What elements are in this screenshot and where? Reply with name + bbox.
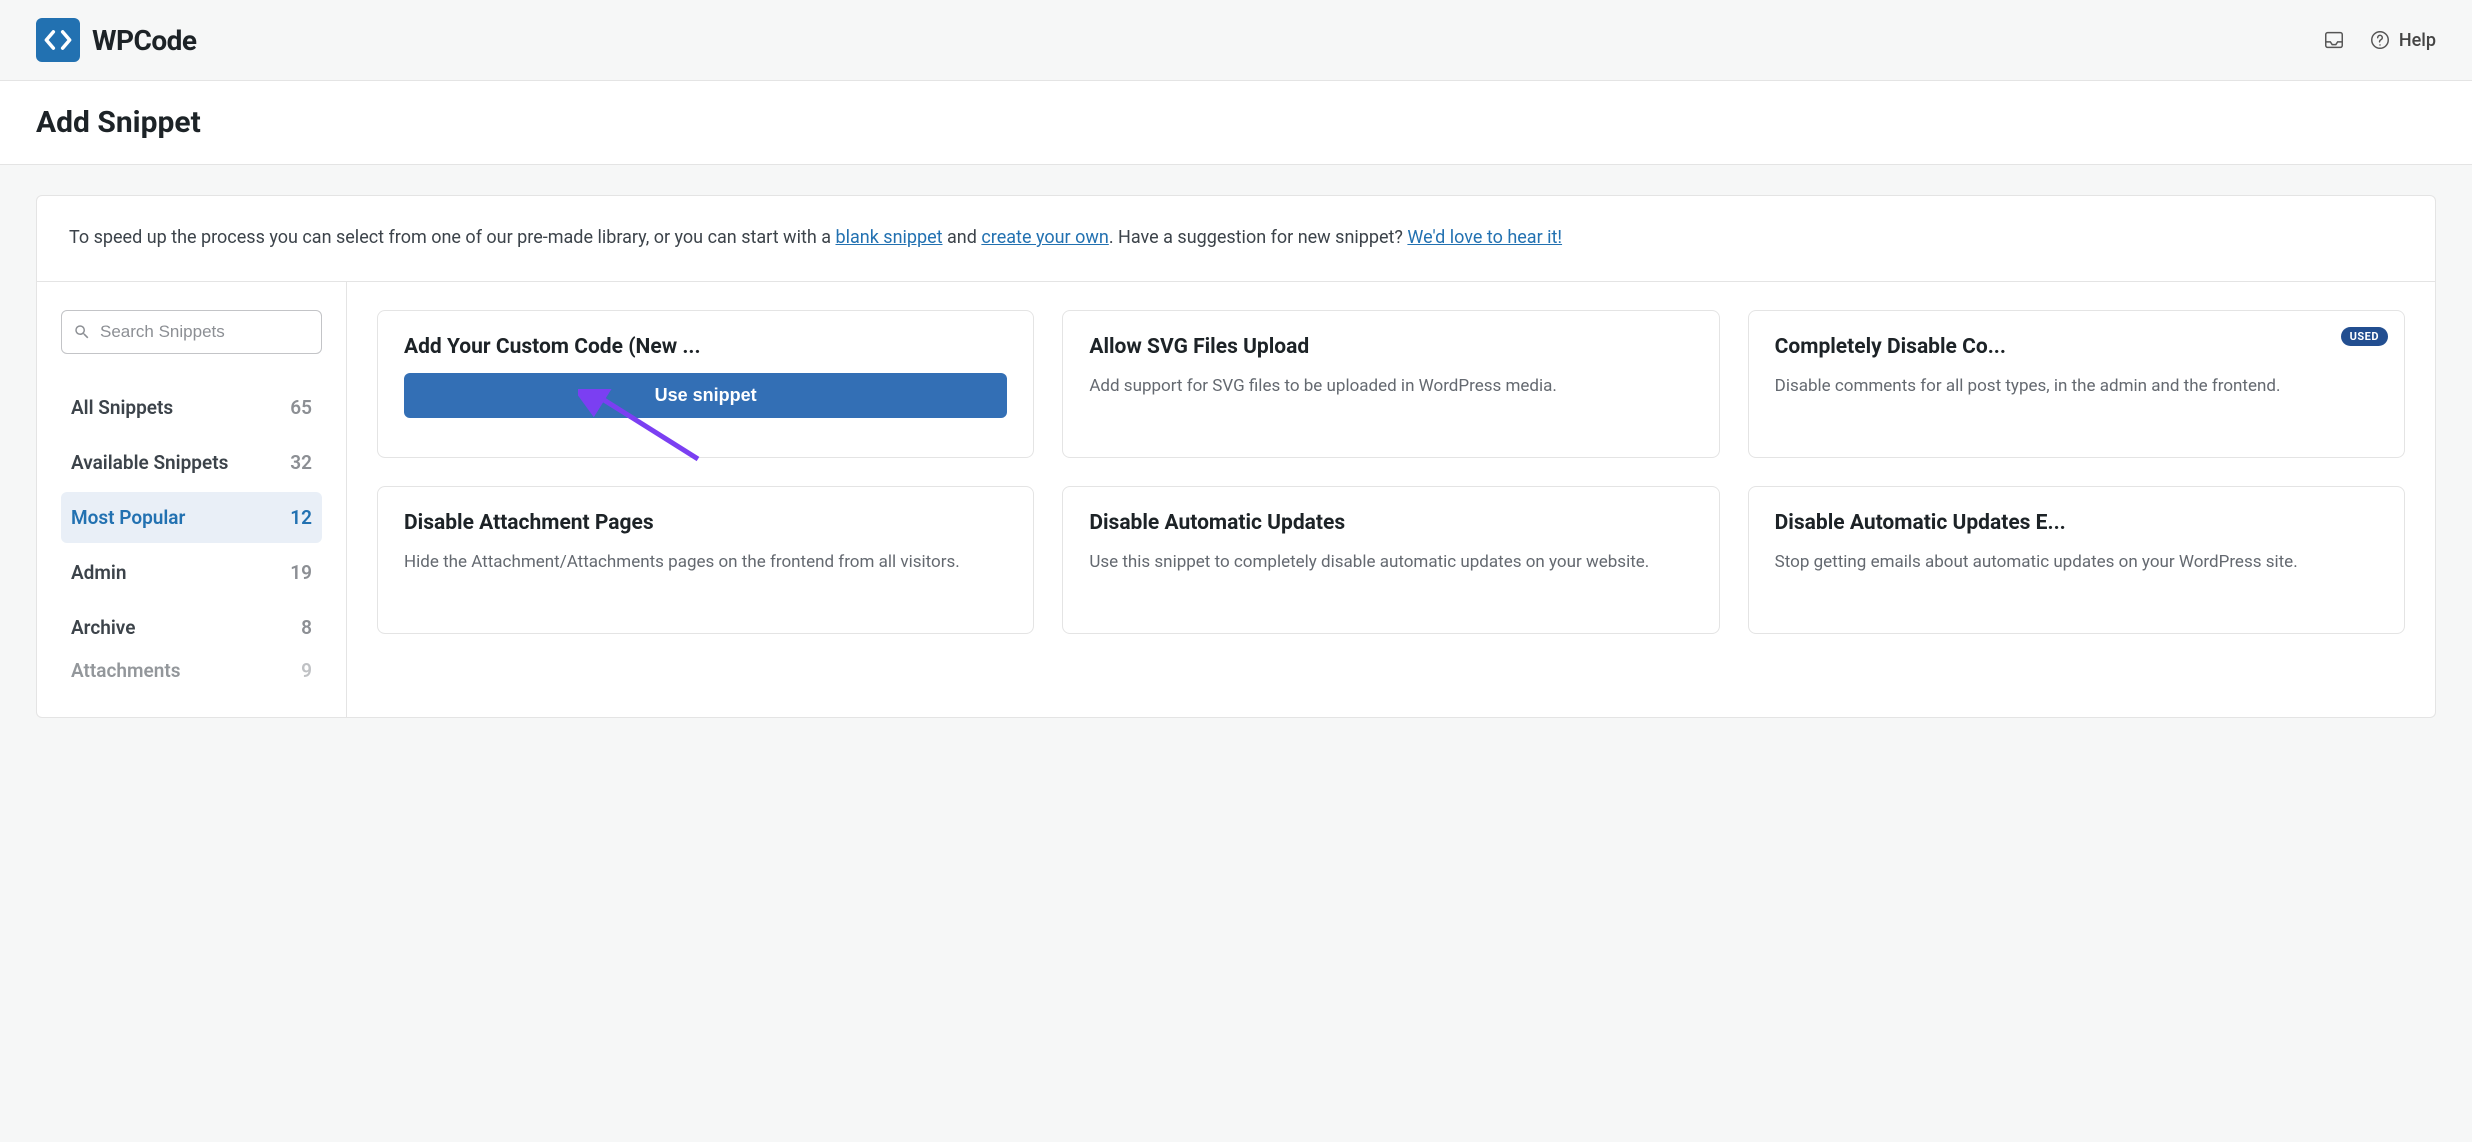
category-count: 9	[301, 659, 312, 682]
card-description: Add support for SVG files to be uploaded…	[1089, 373, 1692, 399]
card-title: Add Your Custom Code (New ...	[404, 335, 1007, 359]
inbox-icon[interactable]	[2323, 29, 2345, 51]
intro-part3: . Have a suggestion for new snippet?	[1109, 227, 1408, 248]
category-count: 32	[290, 451, 312, 474]
category-count: 65	[290, 396, 312, 419]
search-input[interactable]	[61, 310, 322, 354]
card-description: Hide the Attachment/Attachments pages on…	[404, 549, 1007, 575]
category-label: Most Popular	[71, 506, 185, 529]
card-title: Completely Disable Co...	[1775, 335, 2378, 359]
help-icon	[2369, 29, 2391, 51]
card-description: Use this snippet to completely disable a…	[1089, 549, 1692, 575]
create-your-own-link[interactable]: create your own	[981, 227, 1108, 248]
help-button[interactable]: Help	[2369, 29, 2436, 51]
snippet-card[interactable]: Add Your Custom Code (New ... Use snippe…	[377, 310, 1034, 458]
category-label: Archive	[71, 616, 135, 639]
grid-area: Add Your Custom Code (New ... Use snippe…	[347, 282, 2435, 717]
snippet-card[interactable]: Allow SVG Files Upload Add support for S…	[1062, 310, 1719, 458]
category-label: Attachments	[71, 659, 181, 682]
sidebar-category-archive[interactable]: Archive 8	[61, 602, 322, 653]
snippet-card[interactable]: Disable Automatic Updates Use this snipp…	[1062, 486, 1719, 634]
help-label: Help	[2399, 30, 2436, 51]
page-title-bar: Add Snippet	[0, 81, 2472, 165]
blank-snippet-link[interactable]: blank snippet	[835, 227, 942, 248]
sidebar-category-attachments[interactable]: Attachments 9	[61, 657, 322, 685]
snippet-card[interactable]: Disable Attachment Pages Hide the Attach…	[377, 486, 1034, 634]
used-badge: USED	[2341, 327, 2388, 346]
sidebar: All Snippets 65 Available Snippets 32 Mo…	[37, 282, 347, 717]
brand-name: WPCode	[92, 24, 197, 57]
category-count: 12	[290, 506, 312, 529]
category-count: 8	[301, 616, 312, 639]
intro-part1: To speed up the process you can select f…	[69, 227, 835, 248]
feedback-link[interactable]: We'd love to hear it!	[1407, 227, 1562, 248]
category-count: 19	[290, 561, 312, 584]
card-title: Allow SVG Files Upload	[1089, 335, 1692, 359]
brand-logo-icon	[36, 18, 80, 62]
category-label: Admin	[71, 561, 126, 584]
card-description: Stop getting emails about automatic upda…	[1775, 549, 2378, 575]
intro-part2: and	[943, 227, 982, 248]
search-icon	[73, 323, 91, 341]
content: To speed up the process you can select f…	[0, 165, 2472, 748]
card-title: Disable Attachment Pages	[404, 511, 1007, 535]
card-description: Disable comments for all post types, in …	[1775, 373, 2378, 399]
app-header: WPCode Help	[0, 0, 2472, 81]
sidebar-category-admin[interactable]: Admin 19	[61, 547, 322, 598]
snippet-card[interactable]: Disable Automatic Updates E... Stop gett…	[1748, 486, 2405, 634]
sidebar-category-popular[interactable]: Most Popular 12	[61, 492, 322, 543]
card-title: Disable Automatic Updates E...	[1775, 511, 2378, 535]
snippet-grid: Add Your Custom Code (New ... Use snippe…	[377, 310, 2405, 634]
page-title: Add Snippet	[36, 105, 2436, 140]
search-wrap	[61, 310, 322, 354]
card-title: Disable Automatic Updates	[1089, 511, 1692, 535]
main-layout: All Snippets 65 Available Snippets 32 Mo…	[36, 282, 2436, 718]
brand: WPCode	[36, 18, 197, 62]
intro-text: To speed up the process you can select f…	[36, 195, 2436, 282]
category-list: All Snippets 65 Available Snippets 32 Mo…	[61, 382, 322, 685]
category-label: All Snippets	[71, 396, 173, 419]
sidebar-category-all[interactable]: All Snippets 65	[61, 382, 322, 433]
header-actions: Help	[2323, 29, 2436, 51]
snippet-card[interactable]: USED Completely Disable Co... Disable co…	[1748, 310, 2405, 458]
category-label: Available Snippets	[71, 451, 228, 474]
use-snippet-button[interactable]: Use snippet	[404, 373, 1007, 418]
sidebar-category-available[interactable]: Available Snippets 32	[61, 437, 322, 488]
